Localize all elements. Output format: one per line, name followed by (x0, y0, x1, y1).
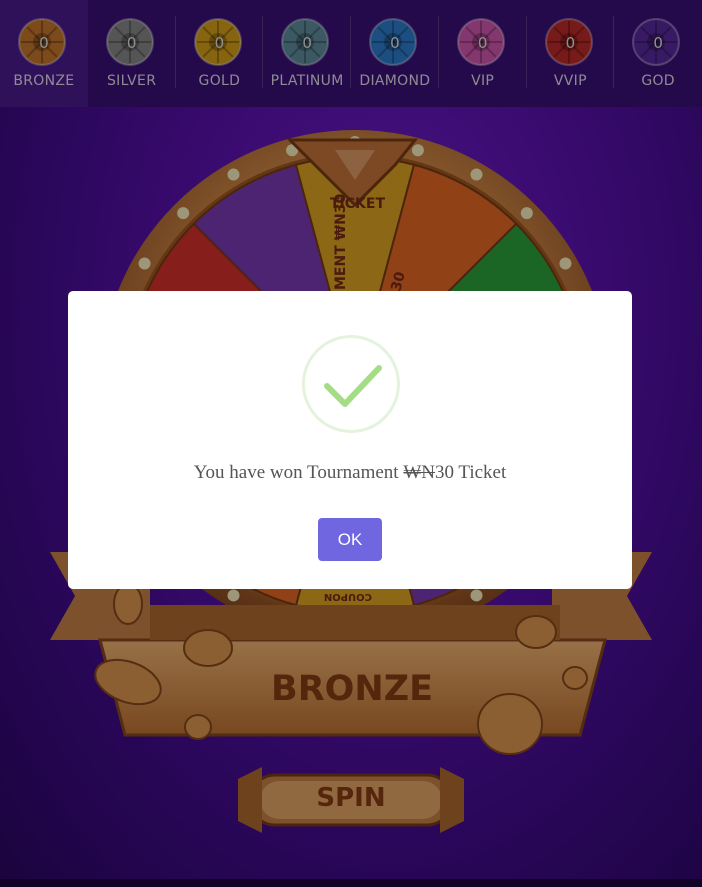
success-icon (302, 335, 400, 433)
result-message: You have won Tournament ₩N30 Ticket (68, 462, 632, 484)
message-prefix: You have won Tournament (193, 462, 404, 483)
result-dialog: You have won Tournament ₩N30 Ticket OK (68, 291, 632, 589)
currency-symbol: ₩N (403, 462, 435, 483)
checkmark-icon (324, 365, 382, 407)
message-suffix: 30 Ticket (434, 462, 507, 483)
ok-button[interactable]: OK (318, 518, 382, 561)
